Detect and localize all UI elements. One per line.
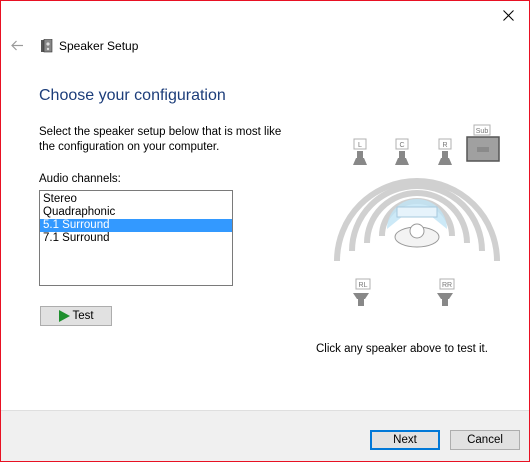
speaker-front-right[interactable]: R [438,138,452,165]
audio-channels-label: Audio channels: [39,173,121,185]
test-button[interactable]: Test [40,306,112,326]
back-button[interactable] [9,37,25,53]
svg-text:RR: RR [442,282,452,289]
play-icon [59,310,71,322]
test-hint-text: Click any speaker above to test it. [316,343,488,355]
list-item-stereo[interactable]: Stereo [40,193,232,206]
list-item-7-1-surround[interactable]: 7.1 Surround [40,232,232,245]
speaker-setup-window: Speaker Setup Choose your configuration … [0,0,530,462]
close-button[interactable] [493,3,523,27]
svg-text:C: C [399,142,404,149]
button-bar: Next Cancel [1,410,529,461]
list-item-5-1-surround[interactable]: 5.1 Surround [40,219,232,232]
svg-text:R: R [442,142,447,149]
speaker-rear-left[interactable]: RL [353,278,371,306]
speaker-diagram: L C R Sub RL RR [334,124,500,306]
audio-channels-list[interactable]: Stereo Quadraphonic 5.1 Surround 7.1 Sur… [39,190,233,286]
svg-text:RL: RL [359,282,368,289]
next-button[interactable]: Next [370,430,440,450]
svg-text:Sub: Sub [476,128,489,135]
window-title: Speaker Setup [59,39,139,53]
list-item-quadraphonic[interactable]: Quadraphonic [40,206,232,219]
svg-text:L: L [358,142,362,149]
speaker-front-left[interactable]: L [353,138,367,165]
speaker-center[interactable]: C [395,138,409,165]
speaker-icon [41,39,53,53]
back-arrow-icon [10,40,23,50]
cancel-button[interactable]: Cancel [450,430,520,450]
page-heading: Choose your configuration [39,87,226,104]
instructions-text: Select the speaker setup below that is m… [39,126,282,153]
test-button-label: Test [72,310,94,322]
speaker-subwoofer[interactable]: Sub [466,124,500,162]
speaker-rear-right[interactable]: RR [437,278,455,306]
close-icon [502,9,514,21]
